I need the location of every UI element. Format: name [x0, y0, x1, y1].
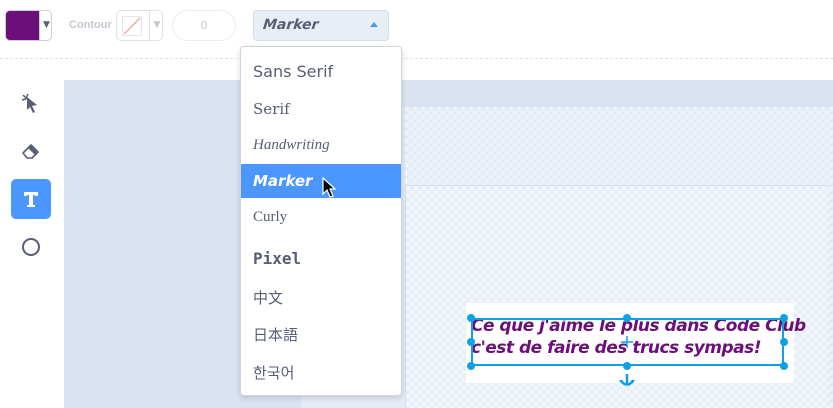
mouse-cursor-icon	[322, 177, 337, 198]
font-option-pixel[interactable]: Pixel	[241, 241, 401, 275]
font-option-curly[interactable]: Curly	[241, 200, 401, 234]
eraser-icon	[22, 144, 39, 159]
eraser-tool-button[interactable]	[11, 131, 51, 171]
resize-handle[interactable]	[467, 362, 475, 370]
font-option-chinese[interactable]: 中文	[241, 280, 401, 314]
resize-handle[interactable]	[623, 314, 631, 322]
no-color-icon[interactable]	[122, 16, 142, 36]
font-dropdown-label: Marker	[262, 17, 320, 33]
font-option-serif[interactable]: Serif	[241, 92, 401, 126]
resize-handle[interactable]	[623, 362, 631, 370]
font-option-korean[interactable]: 한국어	[241, 355, 401, 389]
font-menu: Sans Serif Serif Handwriting Marker Curl…	[240, 46, 402, 396]
font-option-sans-serif[interactable]: Sans Serif	[241, 54, 401, 88]
resize-handle[interactable]	[780, 314, 788, 322]
paint-toolbar: ▼ Contour ▼ 0 Marker	[0, 0, 833, 59]
resize-handle[interactable]	[780, 338, 788, 346]
resize-handle[interactable]	[467, 314, 475, 322]
chevron-down-icon[interactable]: ▼	[39, 11, 51, 40]
text-tool-button[interactable]	[11, 179, 51, 219]
circle-tool-button[interactable]	[11, 227, 51, 267]
resize-handle[interactable]	[467, 338, 475, 346]
reshape-icon	[21, 93, 37, 113]
fill-color-picker[interactable]: ▼	[5, 10, 52, 41]
outline-label: Contour	[69, 19, 112, 31]
font-option-handwriting[interactable]: Handwriting	[241, 128, 401, 162]
reshape-tool-button[interactable]	[11, 83, 51, 123]
font-option-japanese[interactable]: 日本語	[241, 317, 401, 351]
outline-color-picker[interactable]: ▼	[116, 10, 163, 41]
chevron-down-icon[interactable]: ▼	[149, 11, 162, 40]
font-option-marker[interactable]: Marker	[241, 164, 401, 198]
caret-up-icon	[370, 22, 378, 27]
text-icon	[24, 192, 38, 207]
center-crosshair-icon	[621, 336, 633, 348]
fill-color-swatch[interactable]	[6, 11, 39, 40]
circle-icon	[22, 238, 40, 256]
resize-handle[interactable]	[780, 362, 788, 370]
outline-width-input[interactable]: 0	[172, 10, 236, 41]
rotate-handle-icon[interactable]	[617, 372, 637, 390]
font-dropdown-button[interactable]: Marker	[253, 10, 389, 41]
